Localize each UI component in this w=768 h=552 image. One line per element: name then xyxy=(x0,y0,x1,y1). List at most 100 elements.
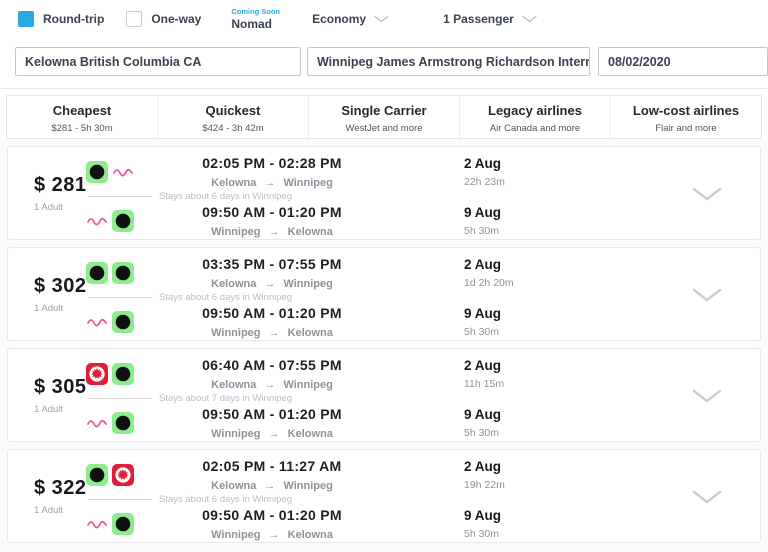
itinerary: 03:35 PM - 07:55 PM Kelowna → Winnipeg 2… xyxy=(86,248,760,340)
trip-options-toolbar: Round-trip One-way Coming Soon Nomad Eco… xyxy=(0,0,768,38)
flight-card[interactable]: $ 281 1 Adult 02:05 PM - 02:28 PM Kelown… xyxy=(7,146,761,240)
flight-date: 2 Aug xyxy=(464,156,505,171)
flight-date: 9 Aug xyxy=(464,508,501,523)
swoop-logo-icon xyxy=(86,412,108,434)
one-way-label: One-way xyxy=(151,12,201,26)
flight-duration: 1d 2h 20m xyxy=(464,277,514,289)
chevron-down-icon xyxy=(522,15,537,23)
flight-card[interactable]: $ 302 1 Adult 03:35 PM - 07:55 PM Kelown… xyxy=(7,247,761,341)
one-way-option[interactable]: One-way xyxy=(126,11,201,27)
flight-duration: 11h 15m xyxy=(464,378,504,390)
fare-filter-tabbar: Cheapest $281 - 5h 30m Quickest $424 - 3… xyxy=(6,95,762,139)
price: $ 322 xyxy=(34,477,86,500)
flight-card[interactable]: $ 322 1 Adult 02:05 PM - 11:27 AM Kelown… xyxy=(7,449,761,543)
stay-note: Stays about 6 days in Winnipeg xyxy=(159,191,292,202)
return-segment: 09:50 AM - 01:20 PM Winnipeg → Kelowna 9… xyxy=(86,203,760,239)
expand-chevron-icon[interactable] xyxy=(692,187,722,201)
cabin-class-dropdown[interactable]: Economy xyxy=(312,12,389,26)
destination-input[interactable] xyxy=(307,47,590,76)
coming-soon-badge: Coming Soon xyxy=(231,8,280,16)
round-trip-checkbox[interactable] xyxy=(18,11,34,27)
tab-quickest[interactable]: Quickest $424 - 3h 42m xyxy=(157,96,308,138)
flight-duration: 5h 30m xyxy=(464,225,501,237)
tab-title: Single Carrier xyxy=(309,103,459,118)
price: $ 305 xyxy=(34,376,86,399)
tab-single-carrier[interactable]: Single Carrier WestJet and more xyxy=(308,96,459,138)
flight-duration: 5h 30m xyxy=(464,326,501,338)
flight-duration: 5h 30m xyxy=(464,427,501,439)
header-divider xyxy=(0,88,768,89)
route: Kelowna → Winnipeg xyxy=(156,480,388,492)
stay-note-row: Stays about 7 days in Winnipeg xyxy=(86,393,760,405)
swoop-logo-icon xyxy=(112,161,134,183)
segment-divider xyxy=(88,297,152,298)
tab-legacy-airlines[interactable]: Legacy airlines Air Canada and more xyxy=(459,96,610,138)
segment-divider xyxy=(88,196,152,197)
flight-card[interactable]: $ 305 1 Adult 06:40 AM - 07:55 PM Kelown… xyxy=(7,348,761,442)
departure-time-range: 02:05 PM - 11:27 AM xyxy=(156,458,388,474)
round-trip-option[interactable]: Round-trip xyxy=(18,11,104,27)
green-carrier-logo-icon xyxy=(112,262,134,284)
segment-divider xyxy=(88,398,152,399)
departure-time-range: 06:40 AM - 07:55 PM xyxy=(156,357,388,373)
return-segment: 09:50 AM - 01:20 PM Winnipeg → Kelowna 9… xyxy=(86,304,760,340)
green-carrier-logo-icon xyxy=(86,262,108,284)
flight-date: 9 Aug xyxy=(464,306,501,321)
return-segment: 09:50 AM - 01:20 PM Winnipeg → Kelowna 9… xyxy=(86,405,760,441)
itinerary: 02:05 PM - 11:27 AM Kelowna → Winnipeg 2… xyxy=(86,450,760,542)
stay-note: Stays about 6 days in Winnipeg xyxy=(159,494,292,505)
passenger-count: 1 Adult xyxy=(34,303,86,314)
passengers-dropdown[interactable]: 1 Passenger xyxy=(443,12,537,26)
airline-logos xyxy=(86,210,156,232)
stay-note-row: Stays about 6 days in Winnipeg xyxy=(86,292,760,304)
departure-time-range: 02:05 PM - 02:28 PM xyxy=(156,155,388,171)
airline-logos xyxy=(86,513,156,535)
route: Winnipeg → Kelowna xyxy=(156,529,388,541)
flight-search-bar xyxy=(0,38,768,88)
departure-time-range: 09:50 AM - 01:20 PM xyxy=(156,305,388,321)
departure-time-range: 09:50 AM - 01:20 PM xyxy=(156,204,388,220)
swoop-logo-icon xyxy=(86,311,108,333)
airline-logos xyxy=(86,161,156,183)
flight-duration: 19h 22m xyxy=(464,479,505,491)
stay-note: Stays about 7 days in Winnipeg xyxy=(159,393,292,404)
flight-date: 2 Aug xyxy=(464,459,505,474)
stay-note-row: Stays about 6 days in Winnipeg xyxy=(86,191,760,203)
green-carrier-logo-icon xyxy=(112,210,134,232)
nomad-menu-item[interactable]: Coming Soon Nomad xyxy=(231,8,280,31)
route: Winnipeg → Kelowna xyxy=(156,226,388,238)
expand-chevron-icon[interactable] xyxy=(692,490,722,504)
passenger-count: 1 Adult xyxy=(34,202,86,213)
airline-logos xyxy=(86,412,156,434)
flight-date: 2 Aug xyxy=(464,257,514,272)
expand-chevron-icon[interactable] xyxy=(692,288,722,302)
departure-time-range: 09:50 AM - 01:20 PM xyxy=(156,406,388,422)
tab-low-cost-airlines[interactable]: Low-cost airlines Flair and more xyxy=(610,96,761,138)
itinerary: 06:40 AM - 07:55 PM Kelowna → Winnipeg 2… xyxy=(86,349,760,441)
route: Winnipeg → Kelowna xyxy=(156,428,388,440)
tab-subtitle: $281 - 5h 30m xyxy=(7,123,157,134)
departure-time-range: 09:50 AM - 01:20 PM xyxy=(156,507,388,523)
outbound-segment: 02:05 PM - 11:27 AM Kelowna → Winnipeg 2… xyxy=(86,457,760,493)
air-canada-logo-icon xyxy=(112,464,134,486)
green-carrier-logo-icon xyxy=(112,412,134,434)
price: $ 281 xyxy=(34,174,86,197)
expand-chevron-icon[interactable] xyxy=(692,389,722,403)
one-way-checkbox[interactable] xyxy=(126,11,142,27)
flight-duration: 5h 30m xyxy=(464,528,501,540)
tab-title: Legacy airlines xyxy=(460,103,610,118)
outbound-segment: 02:05 PM - 02:28 PM Kelowna → Winnipeg 2… xyxy=(86,154,760,190)
green-carrier-logo-icon xyxy=(86,464,108,486)
air-canada-logo-icon xyxy=(86,363,108,385)
return-segment: 09:50 AM - 01:20 PM Winnipeg → Kelowna 9… xyxy=(86,506,760,542)
price-block: $ 322 1 Adult xyxy=(8,450,86,542)
origin-input[interactable] xyxy=(15,47,301,76)
tab-subtitle: WestJet and more xyxy=(309,123,459,134)
green-carrier-logo-icon xyxy=(86,161,108,183)
flight-date: 9 Aug xyxy=(464,407,501,422)
tab-cheapest[interactable]: Cheapest $281 - 5h 30m xyxy=(7,96,157,138)
route: Kelowna → Winnipeg xyxy=(156,177,388,189)
tab-title: Low-cost airlines xyxy=(611,103,761,118)
green-carrier-logo-icon xyxy=(112,311,134,333)
depart-date-input[interactable] xyxy=(598,47,768,76)
